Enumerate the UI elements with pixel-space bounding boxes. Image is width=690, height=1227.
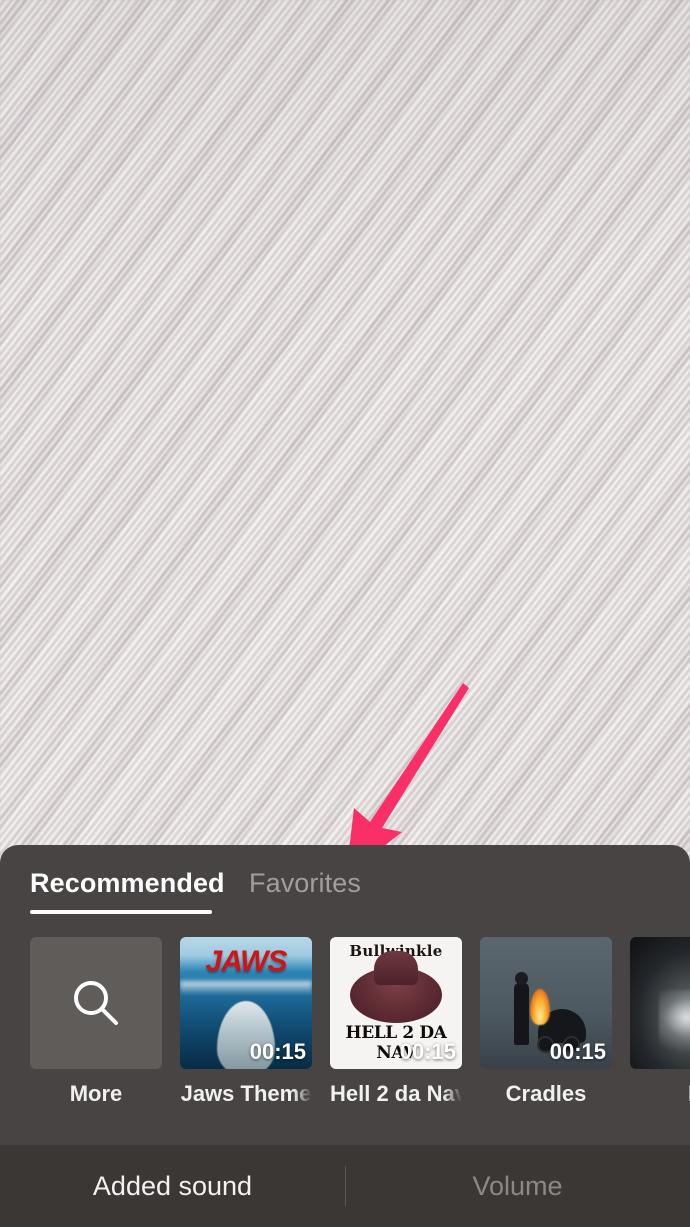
tab-recommended[interactable]: Recommended [30, 861, 225, 905]
sound-item-label: Cradles [505, 1081, 587, 1106]
sound-item-label: Jaws Theme [180, 1081, 312, 1106]
album-art [630, 937, 690, 1069]
bottom-action-bar: Added sound Volume [0, 1145, 690, 1227]
search-icon [74, 981, 118, 1025]
sound-item-label: More [69, 1081, 123, 1106]
album-art-flame [530, 989, 550, 1025]
sound-item-label: Hell 2 da Nav [330, 1081, 462, 1106]
tab-active-underline [30, 910, 212, 914]
sound-item-label: R [630, 1081, 690, 1107]
duration-badge: 00:15 [399, 1039, 456, 1064]
album-art-hat-crown [374, 951, 418, 985]
volume-button[interactable]: Volume [345, 1145, 690, 1227]
sound-item-jaws-theme[interactable]: JAWS 00:15 Jaws Theme [180, 937, 312, 1107]
duration-badge: 00:15 [249, 1039, 306, 1064]
sound-thumbnail[interactable]: Bullwinkle Boyz HELL 2 DA NAV 00:15 [330, 937, 462, 1069]
sound-thumbnail[interactable] [630, 937, 690, 1069]
sound-picker-panel: Recommended Favorites More JAWS 00:15 Ja… [0, 845, 690, 1145]
sound-item-partial[interactable]: R [630, 937, 690, 1107]
sound-thumbnail[interactable]: 00:15 [480, 937, 612, 1069]
sound-list[interactable]: More JAWS 00:15 Jaws Theme Bullwinkle Bo… [0, 937, 690, 1127]
sound-thumbnail[interactable]: JAWS 00:15 [180, 937, 312, 1069]
added-sound-button[interactable]: Added sound [0, 1145, 345, 1227]
album-art-figure-head [515, 972, 528, 985]
duration-badge: 00:15 [549, 1039, 606, 1064]
sound-item-cradles[interactable]: 00:15 Cradles [480, 937, 612, 1107]
album-art-title: JAWS [205, 945, 287, 978]
sound-item-more[interactable]: More [30, 937, 162, 1107]
tab-favorites[interactable]: Favorites [249, 861, 361, 905]
album-art-foam [180, 981, 312, 995]
album-art-horse [659, 989, 690, 1051]
more-thumbnail[interactable] [30, 937, 162, 1069]
sound-item-hell-2-da-nav[interactable]: Bullwinkle Boyz HELL 2 DA NAV 00:15 Hell… [330, 937, 462, 1107]
album-art-figure [514, 983, 529, 1045]
sound-tabs: Recommended Favorites [0, 861, 690, 923]
